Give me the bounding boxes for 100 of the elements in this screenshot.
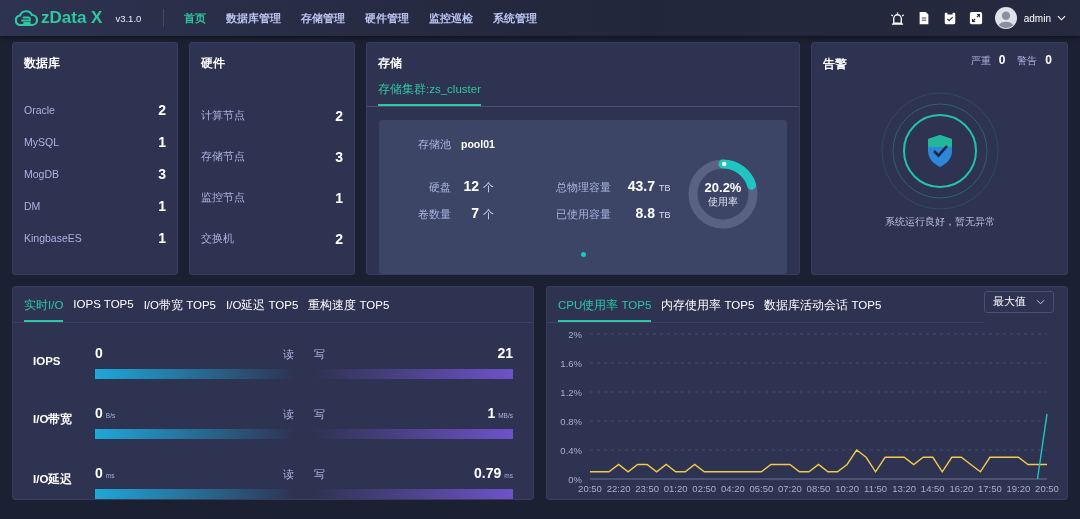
capacity-value: 8.8 [634,205,655,221]
write-value: 1 [487,405,496,421]
io-tab[interactable]: I/O带宽 TOP5 [143,293,216,322]
shield-check-icon [879,91,1000,211]
io-tab[interactable]: 重构速度 TOP5 [308,293,390,322]
x-tick-label: 11:50 [864,483,888,494]
cluster-tab[interactable]: 存储集群:zs_cluster [378,77,481,106]
y-tick-label: 0.4% [560,444,582,456]
nav-link[interactable]: 首页 [184,10,207,26]
pool-label: 存储池 [417,138,451,152]
write-value: 21 [497,345,513,361]
page-dot[interactable] [580,252,586,257]
write-label: 写 [314,348,325,362]
x-tick-label: 19:20 [1006,483,1031,494]
io-tab[interactable]: I/O延迟 TOP5 [226,293,299,322]
alert-count: 0 [998,53,1006,67]
nav-link[interactable]: 存储管理 [301,10,346,26]
cloud-logo-icon [14,9,38,27]
avatar-icon[interactable] [994,7,1017,29]
stat-value: 12 [462,178,479,194]
x-tick-label: 05:50 [749,483,774,494]
clipboard-check-icon[interactable] [942,11,957,25]
database-count: 1 [158,198,166,214]
x-tick-label: 20:50 [1035,483,1059,494]
stat-unit: 个 [483,207,494,222]
chevron-down-icon [1036,299,1045,305]
x-tick-label: 04:20 [720,483,745,494]
write-value: 0.79 [474,465,502,481]
capacity-unit: TB [659,210,671,220]
chart-tab[interactable]: CPU使用率 TOP5 [558,293,652,322]
arc-start-dot [722,161,727,167]
hardware-count: 2 [335,231,343,247]
card-title: 告警 [823,56,847,73]
user-name[interactable]: admin [1023,12,1051,24]
hardware-name: 交换机 [201,232,234,246]
x-tick-label: 17:50 [978,483,1002,494]
card-title: 硬件 [201,55,226,72]
alert-count: 0 [1045,53,1052,67]
nav-link[interactable]: 硬件管理 [365,10,410,26]
metric-name: I/O带宽 [33,412,74,427]
x-tick-label: 10:20 [835,483,859,494]
database-name: DM [24,200,41,212]
y-tick-label: 1.2% [560,386,582,398]
capacity-label: 已使用容量 [555,208,611,222]
chart-tab[interactable]: 数据库活动会话 TOP5 [764,293,882,322]
nav-link[interactable]: 监控巡检 [429,10,474,26]
read-value: 0 [95,405,103,421]
metric-name: I/O延迟 [33,472,74,487]
database-count: 1 [158,230,166,246]
hardware-name: 监控节点 [201,191,245,205]
hardware-name: 存储节点 [201,150,245,164]
metric-name: IOPS [33,355,62,369]
card-title: 数据库 [24,55,61,72]
x-tick-label: 01:20 [663,483,688,494]
y-tick-label: 0.8% [560,415,582,427]
aggregate-select[interactable]: 最大值 [984,291,1054,313]
hardware-count: 3 [335,149,343,165]
usage-percent: 20.2% [704,179,742,195]
stat-unit: 个 [483,180,494,195]
hardware-count: 2 [335,108,343,124]
capacity-label: 总物理容量 [555,181,611,195]
card-title: 存储 [377,55,403,72]
database-name: MogDB [24,168,59,180]
x-tick-label: 13:20 [892,483,917,494]
capacity-unit: TB [659,183,671,193]
nav-link[interactable]: 数据库管理 [226,10,282,26]
read-label: 读 [283,468,294,482]
database-count: 3 [158,166,166,182]
x-tick-label: 23:50 [635,483,659,494]
y-tick-label: 1.6% [560,357,582,369]
stat-label: 卷数量 [417,208,451,222]
expand-icon[interactable] [968,11,983,25]
pool-name: pool01 [461,138,495,150]
write-label: 写 [314,468,325,482]
database-name: Oracle [24,104,55,116]
x-tick-label: 22:20 [606,483,631,494]
alert-message: 系统运行良好，暂无异常 [884,215,995,229]
x-tick-label: 02:50 [692,483,717,494]
io-tab[interactable]: 实时I/O [24,293,64,322]
nav-link[interactable]: 系统管理 [493,10,538,26]
x-tick-label: 14:50 [920,483,945,494]
read-value: 0 [95,465,103,481]
chevron-down-icon[interactable] [1057,15,1066,21]
read-label: 读 [283,348,294,362]
x-tick-label: 07:20 [778,483,802,494]
alarm-light-icon[interactable] [889,10,905,26]
chart-tab[interactable]: 内存使用率 TOP5 [661,293,755,322]
database-count: 1 [158,134,166,150]
database-name: KingbaseES [24,232,82,244]
y-tick-label: 2% [568,328,582,340]
alert-label: 严重 [970,54,991,68]
hardware-count: 1 [335,190,343,206]
write-label: 写 [314,408,325,422]
read-label: 读 [283,408,294,422]
stat-label: 硬盘 [428,181,451,195]
y-tick-label: 0% [568,473,582,485]
usage-label: 使用率 [708,194,738,209]
io-tab[interactable]: IOPS TOP5 [73,293,134,322]
database-name: MySQL [24,136,59,148]
x-tick-label: 08:50 [806,483,831,494]
